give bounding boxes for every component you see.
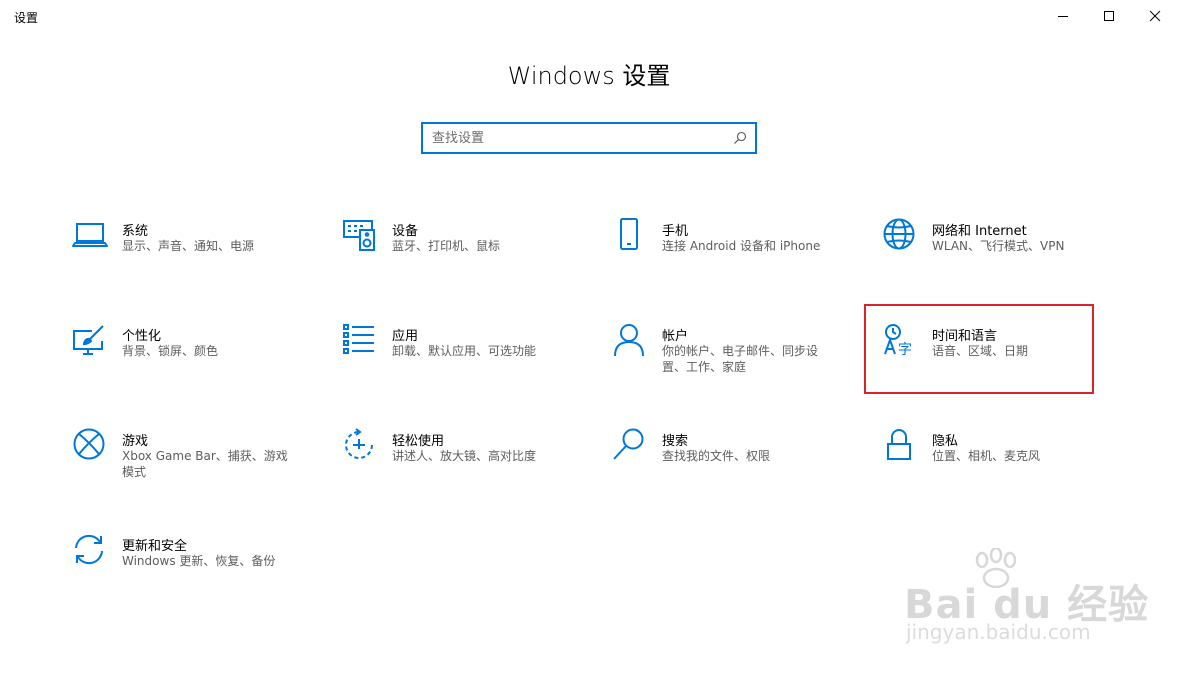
- search-icon[interactable]: [732, 130, 748, 146]
- sync-arrows-icon: [72, 533, 108, 569]
- tile-privacy[interactable]: 隐私 位置、相机、麦克风: [882, 428, 1110, 516]
- lock-icon: [882, 428, 918, 464]
- tile-gaming[interactable]: 游戏 Xbox Game Bar、捕获、游戏模式: [72, 428, 300, 516]
- tile-update-security[interactable]: 更新和安全 Windows 更新、恢复、备份: [72, 533, 300, 621]
- page-title: Windows 设置: [507, 62, 671, 90]
- phone-icon: [612, 218, 648, 254]
- tile-description: 讲述人、放大镜、高对比度: [392, 449, 537, 463]
- tile-title: 设备: [392, 224, 419, 239]
- globe-icon: [882, 218, 918, 254]
- tile-description: 连接 Android 设备和 iPhone: [662, 239, 821, 253]
- tile-description: 蓝牙、打印机、鼠标: [392, 239, 501, 253]
- minimize-icon: [1058, 16, 1068, 17]
- tile-description: 背景、锁屏、颜色: [122, 344, 219, 358]
- ease-of-access-icon: [342, 428, 378, 464]
- tile-network[interactable]: 网络和 Internet WLAN、飞行模式、VPN: [882, 218, 1110, 306]
- tile-apps[interactable]: 应用 卸载、默认应用、可选功能: [342, 323, 570, 411]
- maximize-icon: [1104, 11, 1114, 21]
- tile-search[interactable]: 搜索 查找我的文件、权限: [612, 428, 840, 516]
- watermark: Bai du 经验 jingyan.baidu.com: [900, 548, 1148, 658]
- tile-description: 显示、声音、通知、电源: [122, 239, 255, 253]
- laptop-icon: [72, 218, 108, 254]
- tile-devices[interactable]: 设备 蓝牙、打印机、鼠标: [342, 218, 570, 306]
- app-title: 设置: [14, 11, 39, 25]
- app-list-icon: [342, 323, 378, 359]
- tile-title: 帐户: [662, 329, 689, 344]
- tile-title: 应用: [392, 329, 419, 344]
- tile-accounts[interactable]: 帐户 你的帐户、电子邮件、同步设置、工作、家庭: [612, 323, 840, 411]
- person-icon: [612, 323, 648, 359]
- xbox-icon: [72, 428, 108, 464]
- tile-title: 游戏: [122, 434, 149, 449]
- tile-title: 更新和安全: [122, 539, 188, 554]
- tile-personalization[interactable]: 个性化 背景、锁屏、颜色: [72, 323, 300, 411]
- search-input[interactable]: [423, 124, 723, 152]
- close-icon: [1149, 10, 1161, 22]
- tile-description: 位置、相机、麦克风: [932, 449, 1041, 463]
- tile-title: 隐私: [932, 434, 959, 449]
- tile-ease-of-access[interactable]: 轻松使用 讲述人、放大镜、高对比度: [342, 428, 570, 516]
- minimize-button[interactable]: [1040, 0, 1086, 32]
- tile-description: 卸载、默认应用、可选功能: [392, 344, 537, 358]
- maximize-button[interactable]: [1086, 0, 1132, 32]
- tile-title: 系统: [122, 224, 149, 239]
- tile-title: 手机: [662, 224, 689, 239]
- close-button[interactable]: [1132, 0, 1178, 32]
- tile-description: WLAN、飞行模式、VPN: [932, 239, 1065, 253]
- tile-description: 你的帐户、电子邮件、同步设置、工作、家庭: [662, 344, 819, 374]
- tile-system[interactable]: 系统 显示、声音、通知、电源: [72, 218, 300, 306]
- magnifier-icon: [612, 428, 648, 464]
- tile-description: Windows 更新、恢复、备份: [122, 554, 276, 568]
- tile-description: Xbox Game Bar、捕获、游戏模式: [122, 449, 288, 479]
- keyboard-speaker-icon: [342, 218, 378, 254]
- tile-title: 轻松使用: [392, 434, 445, 449]
- tile-phone[interactable]: 手机 连接 Android 设备和 iPhone: [612, 218, 840, 306]
- paint-monitor-icon: [72, 323, 108, 359]
- tile-title: 个性化: [122, 329, 162, 344]
- title-bar: 设置: [0, 0, 1178, 32]
- search-box[interactable]: [421, 122, 757, 154]
- watermark-url: jingyan.baidu.com: [906, 620, 1091, 644]
- tile-description: 查找我的文件、权限: [662, 449, 771, 463]
- highlight-box: [864, 304, 1094, 394]
- tile-title: 网络和 Internet: [932, 224, 1027, 239]
- tile-title: 搜索: [662, 434, 689, 449]
